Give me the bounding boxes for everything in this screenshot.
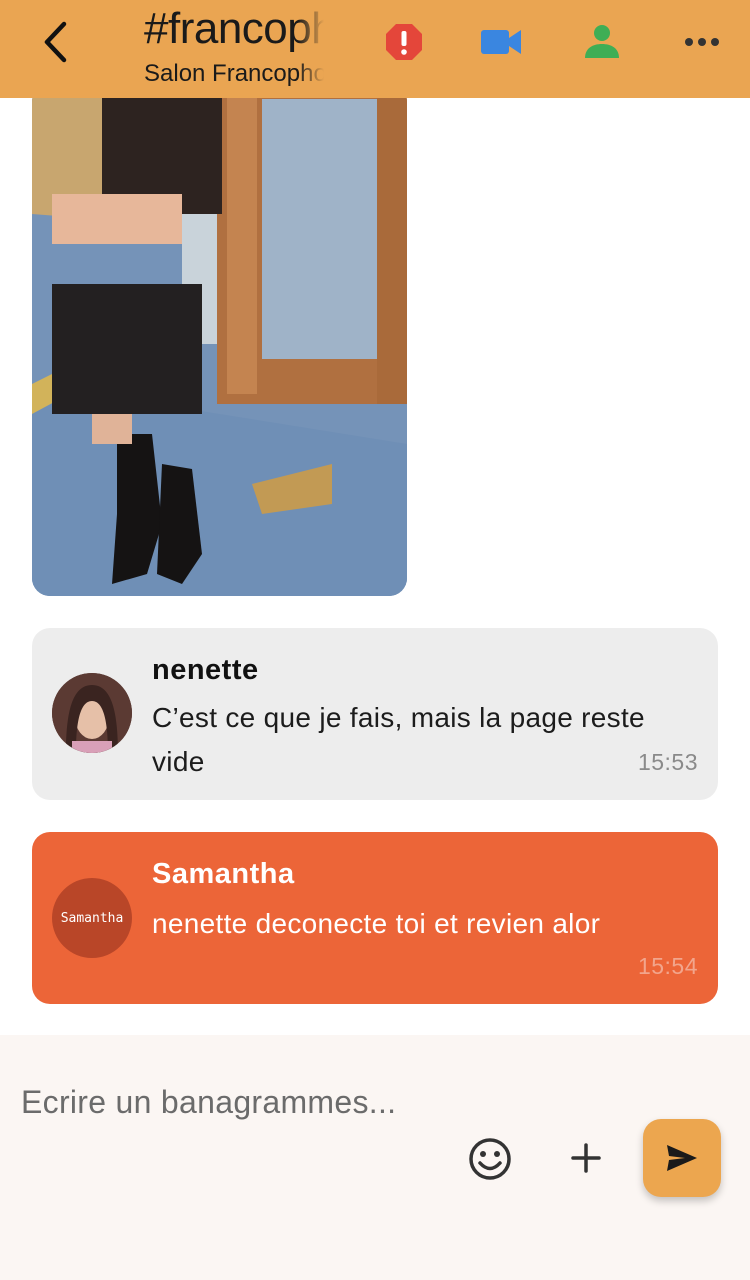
avatar[interactable]: Samantha xyxy=(52,878,132,958)
user-icon xyxy=(585,25,619,58)
message-input[interactable]: Ecrire un banagrammes... xyxy=(21,1075,441,1129)
plus-icon xyxy=(571,1143,601,1173)
video-camera-icon xyxy=(481,30,521,54)
message-time: 15:54 xyxy=(637,953,698,979)
chat-header: #francophone Salon Francophone xyxy=(0,0,750,98)
send-button[interactable] xyxy=(643,1119,721,1197)
sender-name: Samantha xyxy=(152,858,295,890)
back-button[interactable] xyxy=(38,20,78,64)
alert-icon xyxy=(386,24,422,60)
profile-button[interactable] xyxy=(580,20,624,64)
room-subtitle: Salon Francophone xyxy=(144,60,324,87)
message-time: 15:53 xyxy=(637,749,698,775)
report-button[interactable] xyxy=(382,20,426,64)
video-call-button[interactable] xyxy=(480,20,524,64)
send-icon xyxy=(667,1145,697,1171)
photo-message[interactable] xyxy=(32,98,407,596)
message-bubble[interactable]: Samantha Samantha nenette deconecte toi … xyxy=(32,832,718,1004)
room-title: #francophone xyxy=(144,4,324,53)
avatar-image xyxy=(52,673,132,753)
message-bubble[interactable]: nenette C’est ce que je fais, mais la pa… xyxy=(32,628,718,800)
emoji-icon xyxy=(469,1138,511,1180)
avatar[interactable] xyxy=(52,673,132,753)
message-text: C’est ce que je fais, mais la page reste… xyxy=(152,702,645,777)
more-options-button[interactable] xyxy=(680,20,724,64)
message-text: nenette deconecte toi et revien alor xyxy=(152,908,601,939)
message-list[interactable]: nenette C’est ce que je fais, mais la pa… xyxy=(0,98,750,1035)
room-title-block[interactable]: #francophone Salon Francophone xyxy=(144,4,324,94)
photo-image xyxy=(32,98,407,596)
title-fade xyxy=(298,4,324,94)
sender-name: nenette xyxy=(152,654,259,686)
composer: Ecrire un banagrammes... xyxy=(0,1035,750,1280)
emoji-button[interactable] xyxy=(466,1135,514,1183)
chevron-left-icon xyxy=(44,21,67,63)
more-icon xyxy=(685,38,719,46)
avatar-label: Samantha xyxy=(60,910,124,926)
attach-button[interactable] xyxy=(564,1135,608,1181)
